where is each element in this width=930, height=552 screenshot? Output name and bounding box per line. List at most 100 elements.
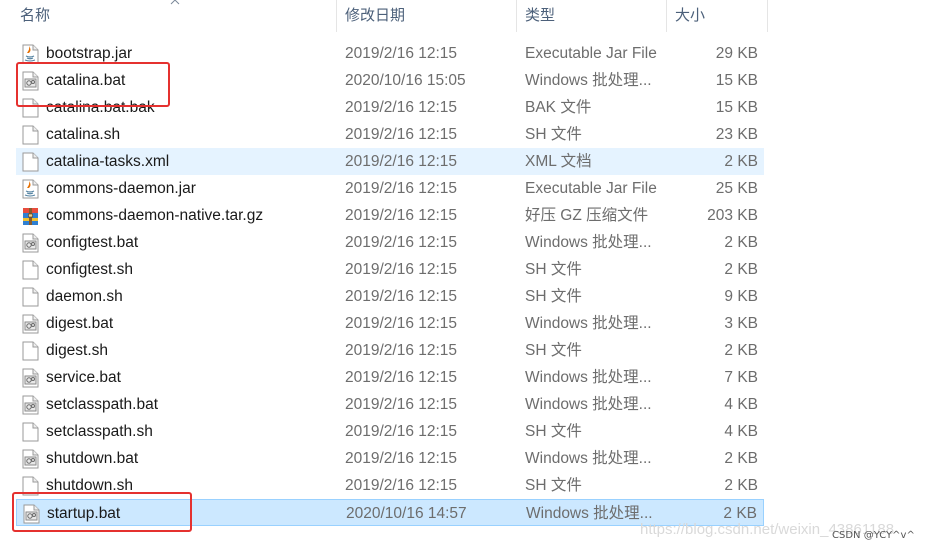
- file-name: shutdown.bat: [46, 450, 139, 467]
- bat-icon: [22, 395, 39, 415]
- file-row[interactable]: configtest.bat 2019/2/16 12:15 Windows 批处理…: [16, 229, 764, 256]
- watermark: CSDN @YCY^v^: [832, 530, 915, 541]
- file-type: SH 文件: [525, 423, 582, 440]
- column-header-date-label: 修改日期: [345, 7, 406, 24]
- file-size: 4 KB: [724, 396, 758, 413]
- file-modified-date: 2019/2/16 12:15: [345, 180, 458, 197]
- file-name: commons-daemon.jar: [46, 180, 196, 197]
- annotation-highlight-box: [12, 492, 192, 532]
- file-type: Windows 批处理...: [525, 396, 652, 413]
- file-row[interactable]: setclasspath.sh 2019/2/16 12:15 SH 文件 4 KB: [16, 418, 764, 445]
- file-name: catalina-tasks.xml: [46, 153, 170, 170]
- file-row[interactable]: shutdown.bat 2019/2/16 12:15 Windows 批处理..…: [16, 445, 764, 472]
- jar-icon: [22, 179, 39, 199]
- sort-ascending-icon: [170, 0, 180, 5]
- file-type: SH 文件: [525, 288, 582, 305]
- file-type: BAK 文件: [525, 99, 592, 116]
- file-size: 2 KB: [724, 342, 758, 359]
- file-name: setclasspath.bat: [46, 396, 159, 413]
- column-header-type[interactable]: 类型: [525, 0, 665, 32]
- file-icon: [22, 125, 39, 145]
- file-modified-date: 2019/2/16 12:15: [345, 234, 458, 251]
- file-row[interactable]: configtest.sh 2019/2/16 12:15 SH 文件 2 KB: [16, 256, 764, 283]
- file-type: Windows 批处理...: [525, 72, 652, 89]
- file-size: 2 KB: [724, 450, 758, 467]
- file-modified-date: 2019/2/16 12:15: [345, 342, 458, 359]
- file-name: daemon.sh: [46, 288, 123, 305]
- column-divider[interactable]: [666, 0, 667, 32]
- file-icon: [22, 260, 39, 280]
- file-type: Executable Jar File: [525, 45, 657, 62]
- jar-icon: [22, 44, 39, 64]
- file-row[interactable]: setclasspath.bat 2019/2/16 12:15 Windows 批…: [16, 391, 764, 418]
- file-size: 23 KB: [715, 126, 758, 143]
- column-divider[interactable]: [516, 0, 517, 32]
- file-type: Windows 批处理...: [525, 234, 652, 251]
- file-modified-date: 2019/2/16 12:15: [345, 315, 458, 332]
- file-modified-date: 2019/2/16 12:15: [345, 450, 458, 467]
- file-modified-date: 2020/10/16 15:05: [345, 72, 466, 89]
- file-modified-date: 2019/2/16 12:15: [345, 261, 458, 278]
- bat-icon: [22, 449, 39, 469]
- file-size: 4 KB: [724, 423, 758, 440]
- bat-icon: [22, 233, 39, 253]
- file-modified-date: 2019/2/16 12:15: [345, 423, 458, 440]
- column-header-size[interactable]: 大小: [675, 0, 767, 32]
- bat-icon: [22, 368, 39, 388]
- column-divider[interactable]: [336, 0, 337, 32]
- file-size: 2 KB: [724, 477, 758, 494]
- file-name: configtest.sh: [46, 261, 134, 278]
- file-row[interactable]: service.bat 2019/2/16 12:15 Windows 批处理...…: [16, 364, 764, 391]
- file-name: digest.sh: [46, 342, 109, 359]
- file-name: catalina.sh: [46, 126, 121, 143]
- file-type: SH 文件: [525, 126, 582, 143]
- file-type: Windows 批处理...: [525, 369, 652, 386]
- file-size: 29 KB: [715, 45, 758, 62]
- file-type: SH 文件: [525, 342, 582, 359]
- column-header: 名称 修改日期 类型 大小: [0, 0, 768, 32]
- column-divider[interactable]: [767, 0, 768, 32]
- file-size: 2 KB: [724, 261, 758, 278]
- file-type: XML 文档: [525, 153, 592, 170]
- file-modified-date: 2019/2/16 12:15: [345, 477, 458, 494]
- file-size: 2 KB: [724, 234, 758, 251]
- file-size: 203 KB: [707, 207, 758, 224]
- column-header-size-label: 大小: [675, 7, 706, 24]
- file-row[interactable]: digest.bat 2019/2/16 12:15 Windows 批处理... 3…: [16, 310, 764, 337]
- file-row[interactable]: commons-daemon-native.tar.gz 2019/2/16 12…: [16, 202, 764, 229]
- file-row[interactable]: digest.sh 2019/2/16 12:15 SH 文件 2 KB: [16, 337, 764, 364]
- file-type: Windows 批处理...: [525, 315, 652, 332]
- file-size: 9 KB: [724, 288, 758, 305]
- file-row[interactable]: catalina.sh 2019/2/16 12:15 SH 文件 23 KB: [16, 121, 764, 148]
- file-size: 25 KB: [715, 180, 758, 197]
- file-size: 15 KB: [715, 99, 758, 116]
- file-row[interactable]: catalina-tasks.xml 2019/2/16 12:15 XML 文档 2…: [16, 148, 764, 175]
- file-name: setclasspath.sh: [46, 423, 153, 440]
- file-size: 7 KB: [724, 369, 758, 386]
- file-name: service.bat: [46, 369, 121, 386]
- file-type: 好压 GZ 压缩文件: [525, 207, 649, 224]
- file-type: Executable Jar File: [525, 180, 657, 197]
- file-modified-date: 2019/2/16 12:15: [345, 288, 458, 305]
- file-row[interactable]: commons-daemon.jar 2019/2/16 12:15 Executa…: [16, 175, 764, 202]
- file-size: 3 KB: [724, 315, 758, 332]
- file-icon: [22, 341, 39, 361]
- archive-icon: [22, 206, 39, 226]
- file-modified-date: 2019/2/16 12:15: [345, 126, 458, 143]
- file-type: Windows 批处理...: [525, 450, 652, 467]
- file-size: 15 KB: [715, 72, 758, 89]
- file-icon: [22, 422, 39, 442]
- column-header-date[interactable]: 修改日期: [345, 0, 515, 32]
- file-row[interactable]: daemon.sh 2019/2/16 12:15 SH 文件 9 KB: [16, 283, 764, 310]
- file-name: configtest.bat: [46, 234, 139, 251]
- file-modified-date: 2020/10/16 14:57: [346, 505, 467, 522]
- file-modified-date: 2019/2/16 12:15: [345, 396, 458, 413]
- annotation-highlight-box: [16, 62, 170, 107]
- file-name: digest.bat: [46, 315, 114, 332]
- file-type: SH 文件: [525, 477, 582, 494]
- bat-icon: [22, 314, 39, 334]
- file-type: SH 文件: [525, 261, 582, 278]
- file-modified-date: 2019/2/16 12:15: [345, 207, 458, 224]
- file-icon: [22, 152, 39, 172]
- file-size: 2 KB: [724, 153, 758, 170]
